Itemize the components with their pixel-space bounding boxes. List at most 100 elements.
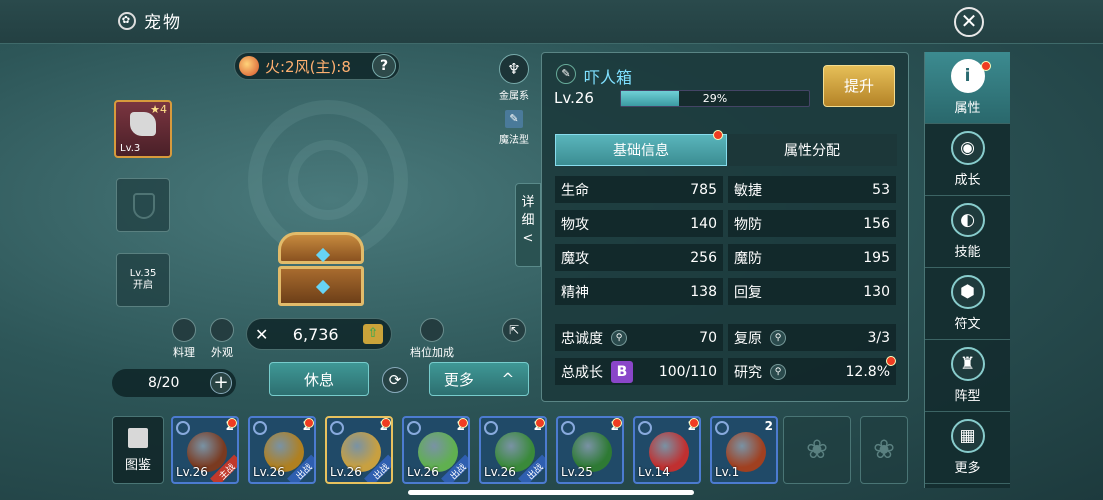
element-ring-icon — [484, 421, 498, 435]
equip-slot-2[interactable] — [116, 178, 170, 232]
pet-card[interactable]: 2Lv.26主战 — [171, 416, 239, 484]
paw-icon: ❀ — [873, 435, 895, 465]
loyalty-value: 70 — [699, 329, 717, 346]
stat-cell: 魔攻 256 — [555, 244, 723, 271]
stat-row: 总成长 B 100/110 研究 ⚲ 12.8% — [555, 358, 897, 385]
tab-attribute-allocation[interactable]: 属性分配 — [727, 134, 897, 166]
growth-value: 100/110 — [658, 363, 717, 380]
upgrade-button[interactable]: 提升 — [823, 65, 895, 107]
stat-cell: 魔防 195 — [728, 244, 896, 271]
skin-icon — [210, 318, 234, 342]
stat-row: 生命 785 敏捷 53 — [555, 176, 897, 203]
notification-dot — [227, 418, 237, 428]
menu-formation[interactable]: ♜ 阵型 — [925, 340, 1010, 412]
empty-pet-slot[interactable]: ❀ — [783, 416, 851, 484]
pet-card[interactable]: 2Lv.26出战 — [402, 416, 470, 484]
menu-label: 符文 — [954, 317, 981, 332]
stat-value: 156 — [863, 215, 890, 232]
stat-value: 140 — [690, 215, 717, 232]
help-button[interactable]: ? — [372, 54, 396, 78]
star-count: ★4 — [150, 103, 167, 116]
pet-card[interactable]: 2Lv.26出战 — [325, 416, 393, 484]
formation-icon: ♜ — [950, 347, 985, 381]
empty-pet-slot[interactable]: ❀ — [860, 416, 908, 484]
extra-stats: 忠诚度 ⚲ 70 复原 ⚲ 3/3 总成长 B 100/110 研究 ⚲ 12.8% — [555, 324, 897, 385]
item-level: Lv.3 — [120, 143, 141, 154]
wand-icon: ✎ — [505, 110, 523, 128]
paw-icon: ❀ — [806, 435, 828, 465]
tab-label: 基础信息 — [613, 143, 669, 159]
stat-label: 魔攻 — [561, 250, 589, 267]
slot-bonus-button[interactable]: 档位加成 — [404, 318, 460, 360]
more-button[interactable]: 更多 ^ — [429, 362, 529, 396]
pet-model[interactable] — [278, 232, 364, 306]
element-ring-icon — [176, 421, 190, 435]
element-ring-icon — [330, 421, 344, 435]
menu-label: 更多 — [954, 461, 981, 476]
loyalty-label: 忠诚度 — [561, 330, 603, 347]
skin-button[interactable]: 外观 — [207, 318, 237, 360]
menu-runes[interactable]: ⬢ 符文 — [925, 268, 1010, 340]
search-icon[interactable]: ⚲ — [611, 329, 627, 346]
rename-button[interactable]: ✎ — [556, 64, 576, 84]
research-value: 12.8% — [845, 363, 890, 380]
share-button[interactable]: ⇱ — [502, 318, 526, 342]
menu-label: 技能 — [954, 245, 981, 260]
pet-card[interactable]: 2Lv.25 — [556, 416, 624, 484]
element-text: 火:2风(主):8 — [265, 57, 351, 76]
detail-label-2: 细 — [521, 213, 535, 228]
stat-row: 精神 138 回复 130 — [555, 278, 897, 305]
swap-button[interactable]: ⟳ — [382, 367, 408, 393]
stat-row: 魔攻 256 魔防 195 — [555, 244, 897, 271]
menu-attributes[interactable]: i 属性 — [925, 52, 1010, 124]
cook-button[interactable]: 料理 — [170, 318, 198, 360]
pet-card-level: Lv.26 — [330, 465, 362, 479]
search-icon[interactable]: ⚲ — [770, 363, 786, 380]
detail-label-1: 详 — [521, 195, 535, 210]
detail-tab[interactable]: 详 细 < — [515, 183, 541, 267]
pet-card[interactable]: 2Lv.14 — [633, 416, 701, 484]
shield-item-icon — [130, 112, 156, 136]
stat-label: 生命 — [561, 182, 589, 199]
pet-card-level: Lv.26 — [176, 465, 208, 479]
pet-card[interactable]: 2Lv.26出战 — [248, 416, 316, 484]
notification-dot — [713, 130, 723, 140]
stat-cell: 回复 130 — [728, 278, 896, 305]
rest-button[interactable]: 休息 — [269, 362, 369, 396]
cook-label: 料理 — [173, 346, 195, 359]
close-button[interactable]: ✕ — [954, 7, 984, 37]
stat-value: 195 — [863, 249, 890, 266]
dex-button[interactable]: 图鉴 — [112, 416, 164, 484]
stat-table: 生命 785 敏捷 53 物攻 140 物防 156 魔攻 256 魔防 195 精神 138… — [555, 176, 897, 305]
equip-slot-locked[interactable]: Lv.35 开启 — [116, 253, 170, 307]
menu-skills[interactable]: ◐ 技能 — [925, 196, 1010, 268]
pet-card[interactable]: 2Lv.26出战 — [479, 416, 547, 484]
stat-cell: 精神 138 — [555, 278, 723, 305]
expand-capacity-button[interactable]: + — [210, 372, 232, 394]
stat-value: 785 — [690, 181, 717, 198]
notification-dot — [535, 418, 545, 428]
notification-dot — [612, 418, 622, 428]
notification-dot — [381, 418, 391, 428]
pet-card[interactable]: 2 Lv.1 — [710, 416, 778, 484]
pet-name: 吓人箱 — [584, 68, 633, 87]
pet-card-level: Lv.14 — [638, 465, 670, 479]
tab-basic-info[interactable]: 基础信息 — [555, 134, 727, 166]
type-tag-label: 魔法型 — [499, 135, 529, 146]
menu-growth[interactable]: ◉ 成长 — [925, 124, 1010, 196]
slot-bonus-label: 档位加成 — [410, 346, 454, 359]
stat-row: 忠诚度 ⚲ 70 复原 ⚲ 3/3 — [555, 324, 897, 351]
equip-slot-1[interactable]: ★4 Lv.3 — [114, 100, 172, 158]
upgrade-arrow-icon[interactable]: ⇧ — [363, 324, 383, 344]
menu-more[interactable]: ▦ 更多 — [925, 412, 1010, 484]
page-header: ✿ 宠物 — [118, 8, 182, 33]
stat-label: 物攻 — [561, 216, 589, 233]
search-icon[interactable]: ⚲ — [770, 329, 786, 346]
background-emblem-inner — [288, 140, 368, 220]
element-ring-icon — [407, 421, 421, 435]
locked-text: 开启 — [133, 280, 153, 291]
rune-icon: ⬢ — [950, 275, 985, 309]
shield-icon — [133, 193, 155, 219]
element-icon — [239, 56, 259, 76]
share-icon: ⇱ — [508, 323, 520, 337]
